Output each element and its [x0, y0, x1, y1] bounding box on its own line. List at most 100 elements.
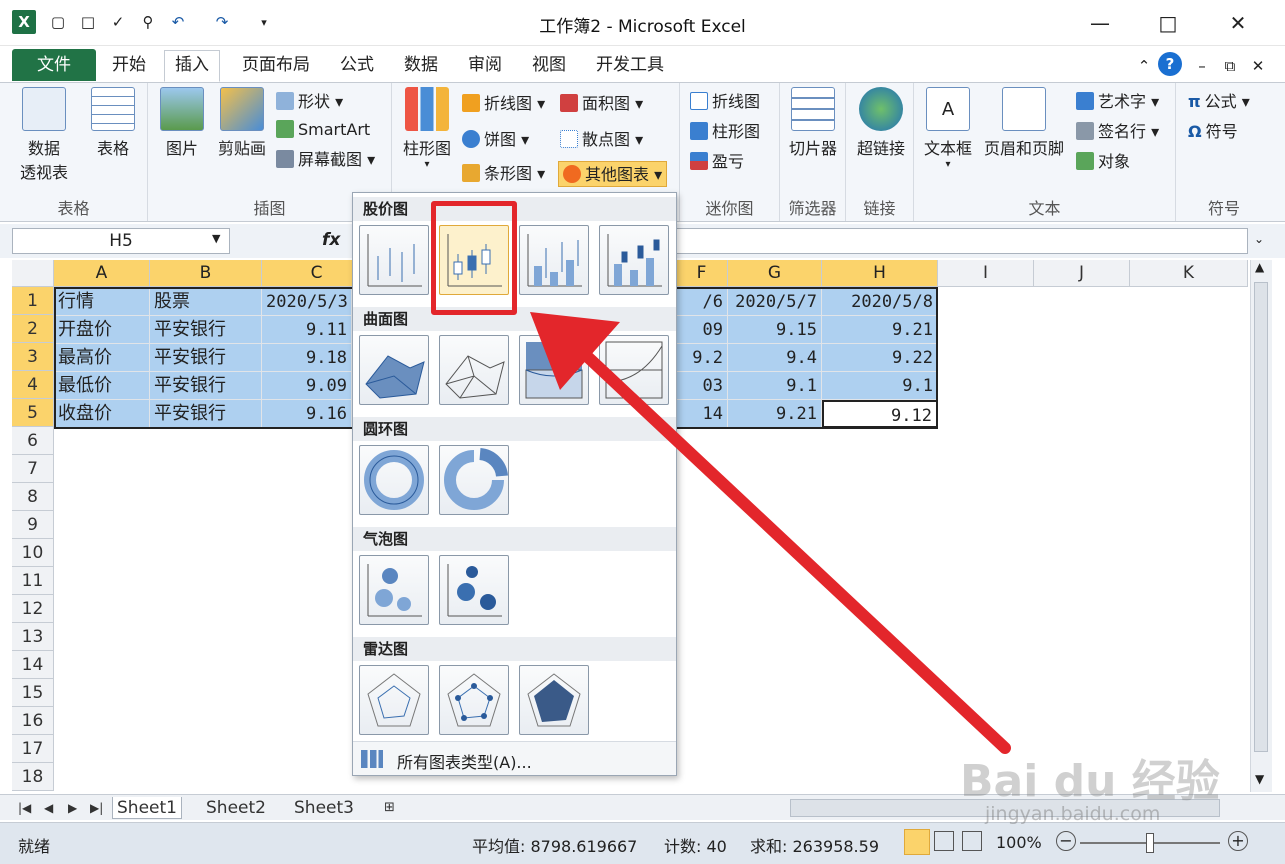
surface-contour-chart-option[interactable]	[519, 335, 589, 405]
row-header[interactable]: 12	[12, 595, 54, 623]
column-header[interactable]: B	[150, 260, 262, 287]
row-header[interactable]: 7	[12, 455, 54, 483]
bubble-3d-chart-option[interactable]	[439, 555, 509, 625]
minimize-icon[interactable]: —	[1072, 0, 1128, 46]
column-header[interactable]: I	[938, 260, 1034, 287]
row-header[interactable]: 16	[12, 707, 54, 735]
sparkline-line-button[interactable]: 折线图	[690, 89, 760, 115]
pie-chart-button[interactable]: 饼图 ▾	[462, 127, 529, 153]
surface-wire-contour-chart-option[interactable]	[599, 335, 669, 405]
zoom-out-icon[interactable]: −	[1056, 831, 1076, 851]
prev-sheet-icon[interactable]: ◀	[40, 797, 57, 819]
cell-H4[interactable]: 9.1	[822, 372, 938, 400]
cell-C2[interactable]: 9.11	[262, 316, 352, 344]
symbol-button[interactable]: Ω 符号	[1188, 119, 1238, 145]
zoom-slider-thumb[interactable]	[1146, 833, 1154, 853]
bubble-chart-option[interactable]	[359, 555, 429, 625]
radar-chart-option[interactable]	[359, 665, 429, 735]
row-header[interactable]: 11	[12, 567, 54, 595]
table-button[interactable]: 表格	[84, 87, 142, 159]
cell-F1[interactable]: /6	[676, 288, 728, 316]
surface-wireframe-chart-option[interactable]	[439, 335, 509, 405]
signature-line-button[interactable]: 签名行 ▾	[1076, 119, 1159, 145]
row-header[interactable]: 14	[12, 651, 54, 679]
tab-review[interactable]: 审阅	[458, 51, 512, 81]
cell-G4[interactable]: 9.1	[728, 372, 822, 400]
zoom-in-icon[interactable]: +	[1228, 831, 1248, 851]
normal-view-icon[interactable]	[904, 829, 930, 855]
row-header[interactable]: 18	[12, 763, 54, 791]
sparkline-winloss-button[interactable]: 盈亏	[690, 149, 744, 175]
cell-F3[interactable]: 9.2	[676, 344, 728, 372]
cell-B2[interactable]: 平安银行	[150, 316, 262, 344]
header-footer-button[interactable]: 页眉和页脚	[978, 87, 1070, 159]
cell-C1[interactable]: 2020/5/3	[262, 288, 352, 316]
cell-C5[interactable]: 9.16	[262, 400, 352, 428]
equation-button[interactable]: π 公式 ▾	[1188, 89, 1250, 115]
bar-chart-button[interactable]: 条形图 ▾	[462, 161, 545, 187]
close-icon[interactable]: ✕	[1210, 0, 1266, 46]
other-charts-button[interactable]: 其他图表 ▾	[558, 161, 668, 187]
cell-F5[interactable]: 14	[676, 400, 728, 428]
insert-function-icon[interactable]: fx	[322, 230, 340, 250]
sheet-tab[interactable]: Sheet3	[290, 797, 358, 819]
row-header[interactable]: 5	[12, 399, 54, 427]
cell-F2[interactable]: 09	[676, 316, 728, 344]
cell-H1[interactable]: 2020/5/8	[822, 288, 938, 316]
cell-A2[interactable]: 开盘价	[54, 316, 150, 344]
scatter-chart-button[interactable]: 散点图 ▾	[560, 127, 643, 153]
column-header[interactable]: J	[1034, 260, 1130, 287]
smartart-button[interactable]: SmartArt	[276, 117, 370, 143]
column-chart-button[interactable]: 柱形图 ▾	[396, 87, 458, 170]
first-sheet-icon[interactable]: |◀	[14, 797, 35, 819]
window-close-icon[interactable]: ✕	[1246, 54, 1270, 78]
sheet-tab-active[interactable]: Sheet1	[112, 797, 182, 819]
doughnut-chart-option[interactable]	[359, 445, 429, 515]
row-header[interactable]: 17	[12, 735, 54, 763]
last-sheet-icon[interactable]: ▶|	[86, 797, 107, 819]
textbox-button[interactable]: A 文本框 ▾	[920, 87, 976, 170]
expand-formula-icon[interactable]: ⌄	[1254, 232, 1264, 246]
row-header[interactable]: 9	[12, 511, 54, 539]
row-header[interactable]: 6	[12, 427, 54, 455]
tab-page-layout[interactable]: 页面布局	[232, 51, 320, 81]
maximize-icon[interactable]: □	[1140, 0, 1196, 46]
page-layout-view-icon[interactable]	[934, 831, 954, 851]
object-button[interactable]: 对象	[1076, 149, 1130, 175]
exploded-doughnut-chart-option[interactable]	[439, 445, 509, 515]
column-header[interactable]: A	[54, 260, 150, 287]
column-header[interactable]: H	[822, 260, 938, 287]
name-box[interactable]: H5	[12, 228, 230, 254]
column-header[interactable]: K	[1130, 260, 1248, 287]
cell-G3[interactable]: 9.4	[728, 344, 822, 372]
shapes-button[interactable]: 形状 ▾	[276, 89, 343, 115]
area-chart-button[interactable]: 面积图 ▾	[560, 91, 643, 117]
cell-H3[interactable]: 9.22	[822, 344, 938, 372]
cell-B1[interactable]: 股票	[150, 288, 262, 316]
clipart-button[interactable]: 剪贴画	[210, 87, 274, 159]
cell-C4[interactable]: 9.09	[262, 372, 352, 400]
tab-formulas[interactable]: 公式	[330, 51, 384, 81]
cell-G5[interactable]: 9.21	[728, 400, 822, 428]
cell-B4[interactable]: 平安银行	[150, 372, 262, 400]
scroll-up-icon[interactable]: ▲	[1255, 260, 1264, 274]
wordart-button[interactable]: 艺术字 ▾	[1076, 89, 1159, 115]
screenshot-button[interactable]: 屏幕截图 ▾	[276, 147, 375, 173]
row-header[interactable]: 1	[12, 287, 54, 315]
window-restore-icon[interactable]: ⧉	[1218, 54, 1242, 78]
next-sheet-icon[interactable]: ▶	[64, 797, 81, 819]
cell-A3[interactable]: 最高价	[54, 344, 150, 372]
sheet-tab[interactable]: Sheet2	[202, 797, 270, 819]
cell-G2[interactable]: 9.15	[728, 316, 822, 344]
page-break-view-icon[interactable]	[962, 831, 982, 851]
cell-H5-active[interactable]: 9.12	[822, 400, 938, 428]
row-header[interactable]: 15	[12, 679, 54, 707]
cell-B5[interactable]: 平安银行	[150, 400, 262, 428]
tab-data[interactable]: 数据	[394, 51, 448, 81]
cell-A1[interactable]: 行情	[54, 288, 150, 316]
surface-3d-chart-option[interactable]	[359, 335, 429, 405]
column-header[interactable]: G	[728, 260, 822, 287]
scroll-down-icon[interactable]: ▼	[1255, 772, 1264, 786]
row-header[interactable]: 13	[12, 623, 54, 651]
line-chart-button[interactable]: 折线图 ▾	[462, 91, 545, 117]
